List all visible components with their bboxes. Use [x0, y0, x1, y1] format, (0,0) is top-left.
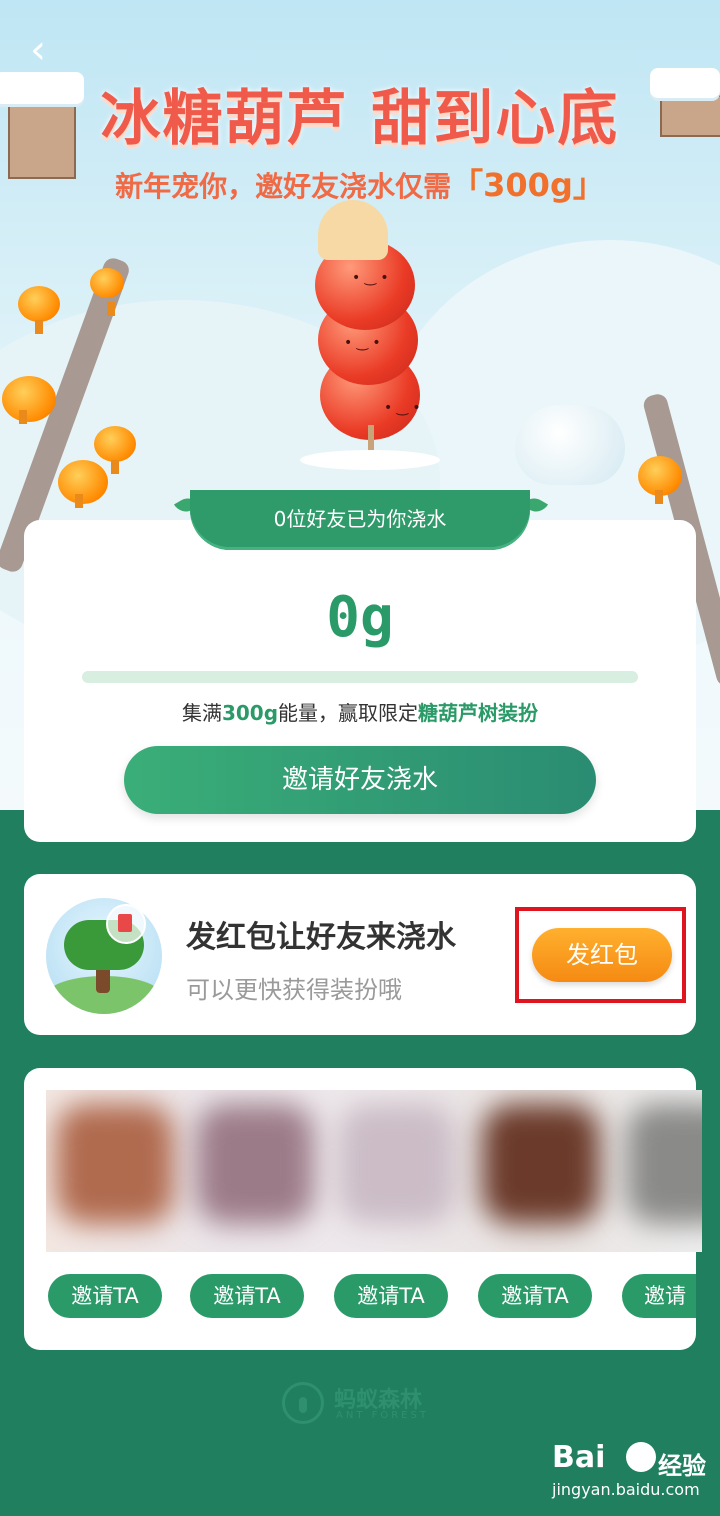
goal-amount: 300g — [221, 701, 279, 725]
friends-watered-banner: 0位好友已为你浇水 — [190, 490, 530, 550]
red-envelope-bubble-icon — [106, 904, 146, 944]
watermark-url: jingyan.baidu.com — [552, 1480, 700, 1499]
red-packet-title: 发红包让好友来浇水 — [186, 920, 456, 955]
logo-english: ANT FOREST — [336, 1410, 429, 1421]
friends-avatar-strip — [46, 1090, 702, 1252]
goal-reward: 糖葫芦树装扮 — [418, 701, 539, 725]
friend-avatar — [482, 1104, 600, 1224]
baidu-paw-icon — [626, 1442, 656, 1472]
invite-ta-button[interactable]: 邀请TA — [48, 1274, 162, 1318]
friend-avatar — [338, 1104, 456, 1224]
invite-friends-water-button[interactable]: 邀请好友浇水 — [124, 746, 596, 814]
subtitle-highlight: 「300g」 — [451, 166, 605, 204]
mascot-face: • ‿ • — [344, 335, 381, 351]
friend-avatar — [56, 1104, 174, 1224]
baidu-watermark: Bai 经验 jingyan.baidu.com — [552, 1440, 712, 1502]
goal-text: 集满300g能量，赢取限定糖葫芦树装扮 — [0, 697, 720, 726]
lantern — [18, 286, 60, 334]
ant-forest-logo: 蚂蚁森林 ANT FOREST — [282, 1380, 442, 1430]
energy-amount: 0g — [326, 585, 394, 650]
mascot-face: • ‿ • — [384, 400, 421, 416]
subtitle-text: 新年宠你，邀好友浇水仅需 — [115, 170, 452, 203]
lantern — [638, 456, 682, 504]
ant-forest-logo-icon — [282, 1382, 324, 1424]
mascot-face: • ‿ • — [352, 270, 389, 286]
invite-ta-button[interactable]: 邀请TA — [478, 1274, 592, 1318]
progress-bar — [82, 671, 638, 683]
lantern — [94, 426, 136, 474]
goal-middle: 能量，赢取限定 — [278, 701, 419, 725]
invite-ta-button[interactable]: 邀请T — [622, 1274, 696, 1318]
lantern — [90, 268, 124, 316]
page-title: 冰糖葫芦 甜到心底 — [100, 84, 620, 154]
invite-ta-button[interactable]: 邀请TA — [190, 1274, 304, 1318]
page-subtitle: 新年宠你，邀好友浇水仅需「300g」 — [0, 160, 720, 206]
invite-ta-button[interactable]: 邀请TA — [334, 1274, 448, 1318]
lantern — [2, 376, 56, 424]
snowball — [515, 405, 625, 485]
tanghulu-mascot: • ‿ • • ‿ • • ‿ • — [300, 200, 440, 470]
watermark-brand: Bai — [552, 1440, 606, 1475]
annotation-highlight-box — [515, 907, 686, 1003]
lantern — [58, 460, 108, 508]
back-icon[interactable]: ‹ — [30, 30, 70, 70]
friend-avatar — [626, 1104, 702, 1224]
friend-avatar — [196, 1104, 314, 1224]
mascot-hat — [318, 200, 388, 260]
mascot-snow-base — [300, 450, 440, 470]
watermark-brand-cn: 经验 — [658, 1452, 706, 1480]
red-packet-subtitle: 可以更快获得装扮哦 — [186, 976, 402, 1004]
tree-avatar-icon — [46, 898, 162, 1014]
goal-prefix: 集满 — [181, 701, 222, 725]
